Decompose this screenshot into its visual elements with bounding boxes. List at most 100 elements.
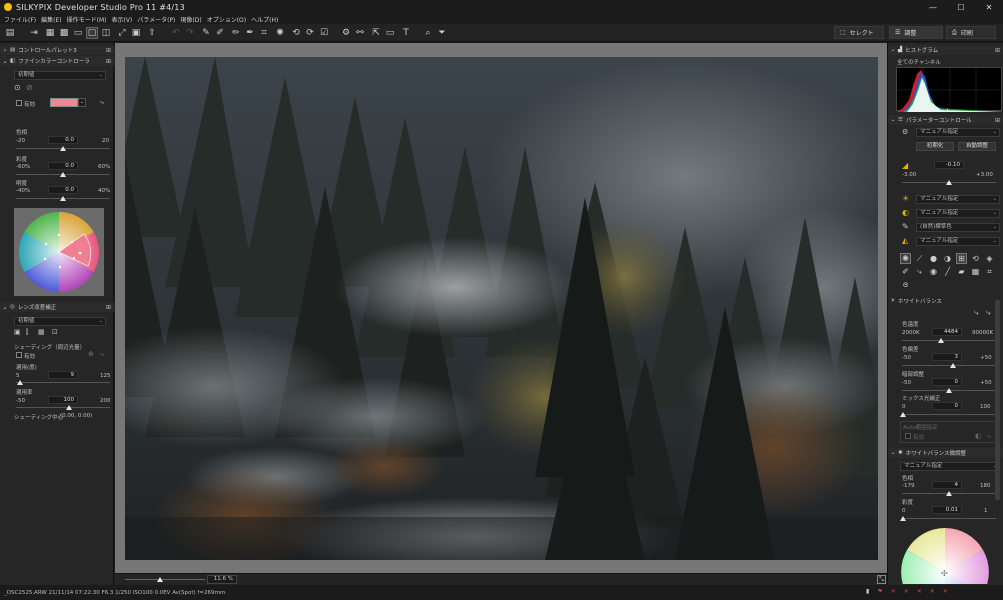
wb-sat-slider-thumb[interactable] — [900, 516, 906, 521]
dark-circle-icon[interactable]: ● — [928, 253, 939, 264]
menu-edit[interactable]: 編集(E) — [41, 15, 61, 24]
brightness-slider-thumb[interactable] — [60, 196, 66, 201]
white-balance-select[interactable]: マニュアル指定 ⌄ — [916, 195, 1000, 204]
star-tool-icon[interactable]: ✺ — [274, 27, 286, 39]
batch-develop-icon[interactable]: ⚯ — [354, 27, 366, 39]
zoom-slider-thumb[interactable] — [157, 577, 163, 582]
color-select[interactable]: (自然)標準色 ⌄ — [916, 223, 1000, 232]
right-panel-scrollbar[interactable] — [995, 300, 1000, 500]
rotate-icon[interactable]: ⟲ — [970, 253, 981, 264]
zoom-slider-track[interactable] — [125, 579, 205, 580]
eye-icon[interactable]: ◉ — [928, 266, 939, 277]
color-swatch[interactable] — [50, 98, 78, 107]
lens-tab-3-icon[interactable]: ▦ — [38, 328, 45, 336]
pin-icon[interactable]: ⊞ — [106, 47, 111, 54]
single-view-icon[interactable]: ▢ — [86, 27, 98, 39]
lens-preset-select[interactable]: 初期値 ⌄ — [14, 317, 106, 326]
dark-adjust-slider-thumb[interactable] — [946, 388, 952, 393]
menu-develop[interactable]: 現像(D) — [180, 15, 201, 24]
undo-icon[interactable]: ↶ — [170, 27, 182, 39]
temperature-slider-track[interactable] — [902, 340, 996, 341]
settings-gear-icon[interactable]: ⚙ — [902, 128, 908, 136]
saturation-slider-thumb[interactable] — [60, 172, 66, 177]
tint-value-field[interactable]: 3 — [932, 353, 962, 361]
menu-options[interactable]: オプション(O) — [207, 15, 246, 24]
pin-icon[interactable]: ⊞ — [995, 47, 1000, 54]
compare-icon[interactable]: ▭ — [384, 27, 396, 39]
lens-correction-header[interactable]: ⌄ ◎ レンズ収差補正 ⊞ — [0, 302, 114, 312]
menu-mode[interactable]: 操作モード(M) — [67, 15, 107, 24]
fine-color-preset-select[interactable]: 初期値 ⌄ — [14, 71, 106, 80]
lens-tab-1-icon[interactable]: ▣ — [14, 328, 21, 336]
brush-icon[interactable]: ✐ — [900, 266, 911, 277]
status-mark-1-icon[interactable]: ✕ — [891, 588, 896, 595]
status-mark-5-icon[interactable]: ✕ — [943, 588, 948, 595]
status-mark-3-icon[interactable]: ✕ — [917, 588, 922, 595]
wb-tool-icon[interactable]: ✺ — [900, 253, 911, 264]
status-mark-2-icon[interactable]: ✕ — [904, 588, 909, 595]
tint-slider-thumb[interactable] — [950, 363, 956, 368]
compare-view-icon[interactable]: ◫ — [100, 27, 112, 39]
amount-slider-track[interactable] — [16, 382, 110, 383]
menu-parameter[interactable]: パラメータ(P) — [137, 15, 175, 24]
pipette-icon[interactable]: ✎ — [200, 27, 212, 39]
wb-fine-select[interactable]: マニュアル指定⌄ — [900, 462, 1000, 471]
thumb-view-icon[interactable]: ▦ — [44, 27, 56, 39]
print-mode-button[interactable]: ⎙ 印刷 — [946, 26, 996, 39]
shading-enable-checkbox[interactable] — [16, 352, 22, 358]
auto-area-tool-1-icon[interactable]: ◐ — [975, 432, 981, 440]
zoom-100-icon[interactable]: ▣ — [130, 27, 142, 39]
auto-area-checkbox[interactable] — [905, 433, 911, 439]
eyedropper-icon[interactable]: ⤷ — [100, 350, 104, 359]
brush-tool-icon[interactable]: ✒ — [244, 27, 256, 39]
wb-sat-value-field[interactable]: 0.01 — [932, 506, 962, 514]
wb-hue-value-field[interactable]: 4 — [932, 481, 962, 489]
hue-value-field[interactable]: 0.0 — [48, 136, 78, 144]
close-button[interactable]: ✕ — [975, 0, 1003, 14]
rate-value-field[interactable]: 100 — [48, 396, 78, 404]
text-tool-icon[interactable]: T — [400, 27, 412, 39]
histogram-header[interactable]: ⌄ ▟ ヒストグラム ⊞ — [888, 45, 1003, 55]
sharpness-select[interactable]: マニュアル指定 ⌄ — [916, 237, 1000, 246]
auto-adjust-button[interactable]: 自動調整 — [958, 142, 996, 151]
maximize-button[interactable]: ☐ — [947, 0, 975, 14]
parameter-preset-select[interactable]: マニュアル指定 ⌄ — [916, 128, 1000, 137]
temperature-value-field[interactable]: 4484 — [932, 328, 962, 336]
pin-icon[interactable]: ⊞ — [106, 304, 111, 311]
white-balance-header[interactable]: ☀ ホワイトバランス — [888, 296, 1003, 306]
reset-icon[interactable]: ⊘ — [26, 83, 33, 92]
redo-icon[interactable]: ↷ — [184, 27, 196, 39]
lasso-icon[interactable]: ɞ — [900, 279, 911, 290]
minimize-button[interactable]: — — [919, 0, 947, 14]
menu-help[interactable]: ヘルプ(H) — [251, 15, 278, 24]
brightness-value-field[interactable]: 0.0 — [48, 186, 78, 194]
amount-value-field[interactable]: 9 — [48, 371, 78, 379]
color-brush-icon[interactable]: ✎ — [902, 222, 909, 231]
rate-slider-track[interactable] — [16, 407, 110, 408]
menu-view[interactable]: 表示(V) — [111, 15, 132, 24]
tone-icon[interactable]: ◐ — [902, 208, 909, 217]
grid-view-icon[interactable]: ▩ — [58, 27, 70, 39]
mixed-light-slider-thumb[interactable] — [900, 412, 906, 417]
tint-slider-track[interactable] — [902, 365, 996, 366]
preview-view-icon[interactable]: ▭ — [72, 27, 84, 39]
wb-sat-slider-track[interactable] — [902, 518, 996, 519]
spot-tool-icon[interactable]: ✏ — [230, 27, 242, 39]
status-flag-icon[interactable]: ⚑ — [877, 588, 882, 595]
sharpness-icon[interactable]: ◭ — [902, 236, 908, 245]
export-icon[interactable]: ⇱ — [370, 27, 382, 39]
mixed-light-value-field[interactable]: 0 — [932, 402, 962, 410]
pipette-copy-icon[interactable]: ✐ — [214, 27, 226, 39]
hue-slider-thumb[interactable] — [60, 146, 66, 151]
panel-toggle-icon[interactable]: ▤ — [4, 27, 16, 39]
rate-slider-thumb[interactable] — [66, 405, 72, 410]
histogram-channel[interactable]: 全てのチャンネル — [897, 58, 941, 66]
check-icon[interactable]: ☑ — [318, 27, 330, 39]
tone-curve-icon[interactable]: ⟋ — [914, 253, 925, 264]
swatch-dropdown-icon[interactable]: ⌄ — [78, 98, 86, 107]
parameter-control-header[interactable]: ⌄ ☰ パラメーターコントロール ⊞ — [888, 115, 1003, 125]
rotate-left-icon[interactable]: ⟲ — [290, 27, 302, 39]
status-mark-4-icon[interactable]: ✕ — [930, 588, 935, 595]
wb-hue-slider-thumb[interactable] — [946, 491, 952, 496]
crop-tool-icon[interactable]: ⌗ — [258, 27, 270, 39]
